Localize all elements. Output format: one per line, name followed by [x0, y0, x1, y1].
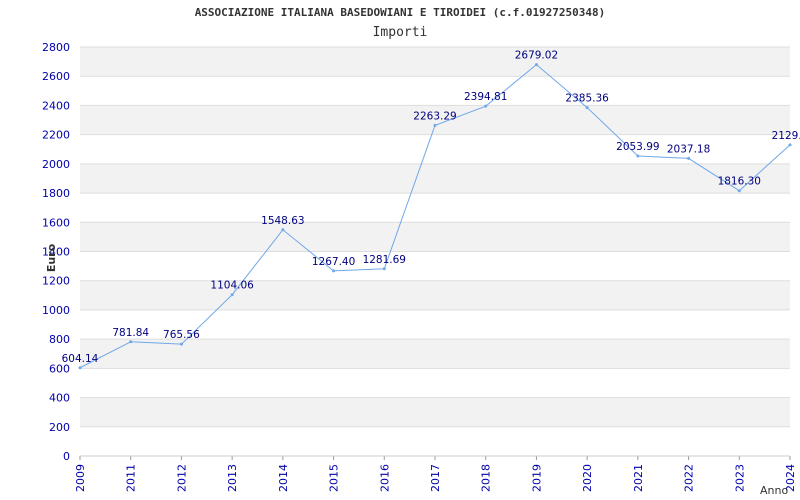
y-tick-label: 1800: [42, 187, 70, 200]
grid-band: [80, 339, 790, 369]
data-point: [179, 342, 183, 346]
grid-band: [80, 163, 790, 194]
data-label: 2129.6: [772, 130, 800, 142]
data-label: 2263.29: [413, 110, 456, 122]
x-tick-label: 2012: [175, 464, 188, 492]
data-point: [281, 228, 285, 232]
y-tick-label: 2600: [42, 70, 70, 83]
x-tick-label: 2011: [125, 464, 138, 492]
data-point: [687, 156, 691, 160]
x-tick-label: 2017: [429, 464, 442, 492]
y-tick-label: 2000: [42, 158, 70, 171]
grid-band: [80, 251, 790, 281]
data-point: [332, 269, 336, 273]
data-point: [585, 106, 589, 110]
data-label: 2385.36: [565, 93, 609, 105]
data-label: 604.14: [62, 353, 99, 365]
data-point: [737, 189, 741, 193]
data-point: [129, 340, 133, 344]
x-tick-label: 2021: [632, 464, 645, 492]
grid-band: [80, 76, 790, 106]
x-tick-label: 2019: [530, 464, 543, 492]
data-label: 781.84: [112, 327, 149, 339]
y-tick-label: 2800: [42, 41, 70, 54]
x-tick-label: 2014: [277, 464, 290, 492]
grid-band: [80, 397, 790, 427]
y-tick-label: 1600: [42, 216, 70, 229]
data-point: [382, 267, 386, 271]
x-tick-label: 2009: [74, 464, 87, 492]
x-tick-label: 2018: [480, 464, 493, 492]
y-tick-label: 0: [63, 450, 70, 463]
data-point: [534, 63, 538, 67]
grid-band: [80, 193, 790, 223]
x-tick-label: 2022: [683, 464, 696, 492]
line-chart: 0200400600800100012001400160018002000220…: [42, 41, 800, 497]
data-label: 1548.63: [261, 215, 304, 227]
y-axis-label: Euro: [45, 243, 58, 272]
y-tick-label: 2400: [42, 99, 70, 112]
data-label: 1816.30: [718, 176, 761, 188]
x-tick-label: 2020: [581, 464, 594, 492]
data-point: [78, 366, 82, 370]
y-tick-label: 1200: [42, 275, 70, 288]
data-label: 1281.69: [363, 254, 406, 266]
x-tick-label: 2023: [733, 464, 746, 492]
grid-band: [80, 222, 790, 252]
x-tick-label: 2016: [378, 464, 391, 492]
grid-band: [80, 280, 790, 310]
data-point: [433, 123, 437, 127]
x-axis-label: Anno: [760, 484, 788, 497]
data-label: 2394.81: [464, 91, 507, 103]
data-label: 2037.18: [667, 143, 710, 155]
data-point: [230, 293, 234, 297]
grid-band: [80, 368, 790, 398]
x-tick-label: 2015: [328, 464, 341, 492]
x-tick-label: 2013: [226, 464, 239, 492]
data-label: 2679.02: [515, 50, 558, 62]
data-point: [636, 154, 640, 158]
data-point: [788, 143, 792, 147]
data-point: [484, 104, 488, 108]
grid-band: [80, 426, 790, 456]
data-label: 1267.40: [312, 256, 355, 268]
data-label: 1104.06: [210, 280, 254, 292]
y-tick-label: 200: [49, 421, 70, 434]
data-label: 765.56: [163, 329, 200, 341]
y-tick-label: 2200: [42, 129, 70, 142]
y-tick-label: 400: [49, 392, 70, 405]
grid-band: [80, 47, 790, 77]
y-tick-label: 1000: [42, 304, 70, 317]
data-label: 2053.99: [616, 141, 659, 153]
y-tick-label: 800: [49, 333, 70, 346]
